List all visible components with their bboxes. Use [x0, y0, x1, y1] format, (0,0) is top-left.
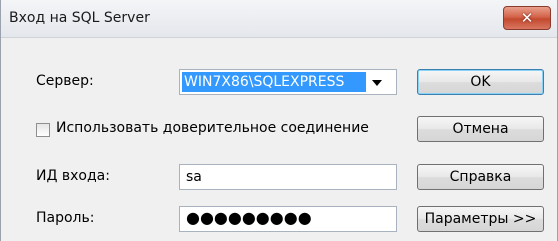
chevron-down-icon[interactable]	[372, 80, 382, 86]
close-icon: ✕	[520, 9, 534, 27]
sql-login-dialog: Вход на SQL Server ✕ Сервер: WIN7X86\SQL…	[0, 0, 558, 241]
password-input[interactable]: ●●●●●●●●●	[179, 206, 397, 232]
server-label: Сервер:	[36, 73, 94, 89]
server-selected-value[interactable]: WIN7X86\SQLEXPRESS	[182, 72, 366, 92]
ok-button[interactable]: OK	[417, 69, 544, 95]
login-id-input[interactable]: sa	[179, 164, 397, 190]
login-id-label: ИД входа:	[36, 168, 110, 184]
password-label: Пароль:	[36, 210, 95, 226]
close-button[interactable]: ✕	[503, 6, 551, 30]
window-title: Вход на SQL Server	[9, 10, 150, 26]
options-button[interactable]: Параметры >>	[417, 206, 544, 232]
trusted-connection-checkbox[interactable]	[36, 123, 50, 137]
server-combobox[interactable]: WIN7X86\SQLEXPRESS	[179, 69, 397, 95]
title-bar[interactable]: Вход на SQL Server ✕	[1, 0, 557, 38]
dialog-body: Сервер: WIN7X86\SQLEXPRESS Использовать …	[1, 38, 557, 241]
trusted-connection-label[interactable]: Использовать доверительное соединение	[56, 120, 369, 136]
help-button[interactable]: Справка	[417, 164, 544, 190]
cancel-button[interactable]: Отмена	[417, 116, 544, 142]
